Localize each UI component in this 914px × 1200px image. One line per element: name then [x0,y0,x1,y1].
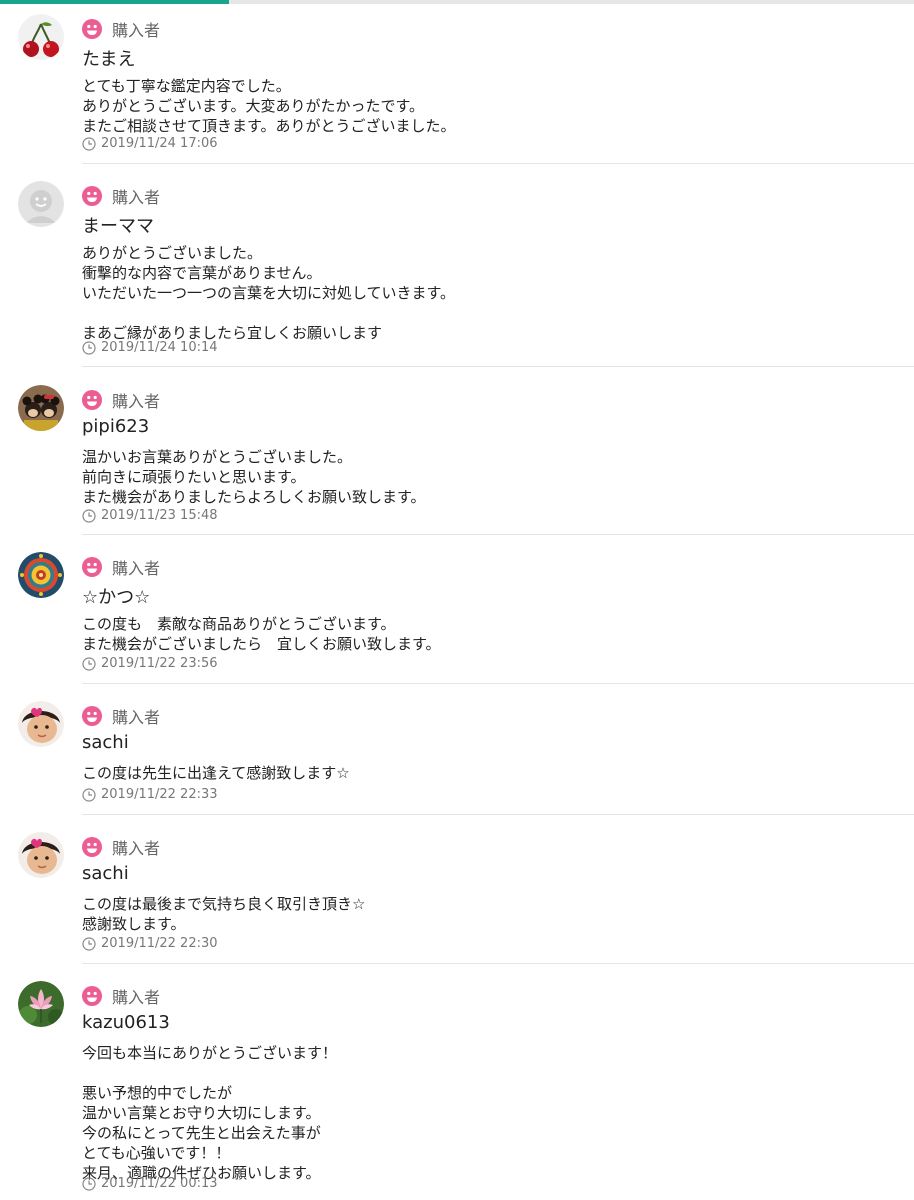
review-date-text: 2019/11/22 22:30 [101,936,218,951]
smiley-icon [82,837,102,857]
smiley-icon [82,19,102,39]
clock-icon [82,936,96,951]
smiley-icon [82,390,102,410]
buyer-badge: 購入者 [82,185,160,207]
mandala-avatar[interactable] [18,552,64,598]
review-date: 2019/11/24 10:14 [82,340,218,355]
reviewer-name[interactable]: ☆かつ☆ [82,583,150,609]
reviewer-name[interactable]: まーママ [82,212,154,238]
review-message: この度は先生に出逢えて感謝致します☆ [82,764,350,782]
review-message: 今回も本当にありがとうございます！ 悪い予想的中でしたが 温かい言葉とお守り大切… [82,1044,338,1182]
buyer-badge: 購入者 [82,18,160,40]
review-date: 2019/11/22 22:30 [82,936,218,951]
review-message: この度も 素敵な商品ありがとうございます。 また機会がございましたら 宜しくお願… [82,615,441,653]
buyer-badge-label: 購入者 [112,988,161,1007]
review-divider [82,163,914,164]
buyer-badge-label: 購入者 [112,21,161,40]
review-item: 購入者 ☆かつ☆ この度も 素敵な商品ありがとうございます。 また機会がございま… [0,538,914,684]
buyer-badge: 購入者 [82,985,160,1007]
review-divider [82,814,914,815]
review-date-text: 2019/11/23 15:48 [101,508,218,523]
review-date: 2019/11/22 00:13 [82,1176,218,1191]
clock-icon [82,136,96,151]
clock-icon [82,508,96,523]
buyer-badge: 購入者 [82,556,160,578]
buyer-badge-label: 購入者 [112,188,161,207]
reviewer-name[interactable]: sachi [82,863,129,884]
clock-icon [82,1176,96,1191]
smiley-icon [82,706,102,726]
review-date: 2019/11/22 23:56 [82,656,218,671]
review-message: とても丁寧な鑑定内容でした。 ありがとうございます。大変ありがたかったです。 ま… [82,77,456,135]
review-message: ありがとうございました。 衝撃的な内容で言葉がありません。 いただいた一つ一つの… [82,244,456,342]
review-message: この度は最後まで気持ち良く取引き頂き☆ 感謝致します。 [82,895,366,933]
reviewer-name[interactable]: pipi623 [82,416,149,437]
buyer-badge-label: 購入者 [112,708,161,727]
review-date: 2019/11/22 22:33 [82,787,218,802]
reviewer-name[interactable]: たまえ [82,45,135,71]
smiley-icon [82,186,102,206]
default-avatar[interactable] [18,181,64,227]
smiley-icon [82,557,102,577]
review-date: 2019/11/24 17:06 [82,136,218,151]
buyer-badge: 購入者 [82,389,160,411]
review-date: 2019/11/23 15:48 [82,508,218,523]
review-divider [82,534,914,535]
clock-icon [82,656,96,671]
smiley-icon [82,986,102,1006]
reviewer-name[interactable]: sachi [82,732,129,753]
review-item: 購入者 sachi この度は先生に出逢えて感謝致します☆ 2019/11/22 … [0,687,914,815]
review-item: 購入者 たまえ とても丁寧な鑑定内容でした。 ありがとうございます。大変ありがた… [0,0,914,164]
review-message: 温かいお言葉ありがとうございました。 前向きに頑張りたいと思います。 また機会が… [82,448,426,506]
lotus-avatar[interactable] [18,981,64,1027]
review-date-text: 2019/11/24 10:14 [101,340,218,355]
review-divider [82,366,914,367]
child-avatar[interactable] [18,701,64,747]
mouse-couple-avatar[interactable] [18,385,64,431]
review-divider [82,963,914,964]
review-divider [82,683,914,684]
clock-icon [82,340,96,355]
review-date-text: 2019/11/24 17:06 [101,136,218,151]
review-date-text: 2019/11/22 22:33 [101,787,218,802]
buyer-badge-label: 購入者 [112,839,161,858]
buyer-badge: 購入者 [82,836,160,858]
review-item: 購入者 kazu0613 今回も本当にありがとうございます！ 悪い予想的中でした… [0,967,914,1200]
buyer-badge: 購入者 [82,705,160,727]
buyer-badge-label: 購入者 [112,392,161,411]
review-date-text: 2019/11/22 00:13 [101,1176,218,1191]
review-date-text: 2019/11/22 23:56 [101,656,218,671]
review-item: 購入者 pipi623 温かいお言葉ありがとうございました。 前向きに頑張りたい… [0,371,914,535]
child-avatar[interactable] [18,832,64,878]
reviewer-name[interactable]: kazu0613 [82,1012,170,1033]
buyer-badge-label: 購入者 [112,559,161,578]
cherry-avatar[interactable] [18,14,64,60]
clock-icon [82,787,96,802]
review-item: 購入者 sachi この度は最後まで気持ち良く取引き頂き☆ 感謝致します。 20… [0,818,914,964]
review-item: 購入者 まーママ ありがとうございました。 衝撃的な内容で言葉がありません。 い… [0,167,914,367]
